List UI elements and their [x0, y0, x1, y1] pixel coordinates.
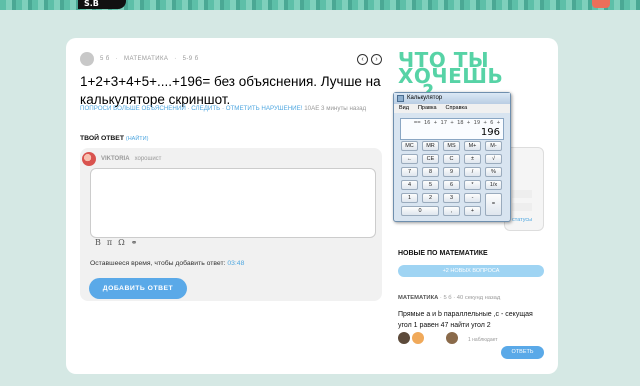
- new-questions-title: НОВЫЕ ПО МАТЕМАТИКЕ: [398, 250, 488, 257]
- answer-hint[interactable]: (НАЙТИ): [126, 136, 149, 142]
- menu-view[interactable]: Вид: [399, 104, 409, 113]
- key-5[interactable]: 5: [422, 180, 439, 190]
- key-multiply[interactable]: *: [464, 180, 481, 190]
- user-avatar: [82, 152, 96, 166]
- observers-count: 1 наблюдает: [468, 337, 498, 343]
- feed-item-info: · 5 б · 40 секунд назад: [439, 295, 501, 301]
- menu-edit[interactable]: Правка: [418, 104, 437, 113]
- prev-question-icon[interactable]: ‹: [357, 54, 368, 65]
- calculator-menu: Вид Правка Справка: [394, 104, 510, 113]
- question-points: 5 б: [100, 56, 110, 62]
- calculator-window[interactable]: Калькулятор Вид Правка Справка == 16 + 1…: [393, 92, 511, 222]
- user-name: VIKTORIA: [101, 156, 130, 162]
- follow-link[interactable]: СЛЕДИТЬ: [191, 105, 220, 112]
- key-reciprocal[interactable]: 1/x: [485, 180, 502, 190]
- key-7[interactable]: 7: [401, 167, 418, 177]
- key-minus[interactable]: -: [464, 193, 481, 203]
- banner-decoration: [592, 0, 610, 8]
- calculator-display: == 16 + 17 + 18 + 19 + 6 + 196: [400, 118, 504, 140]
- key-ce[interactable]: CE: [422, 154, 439, 164]
- promo-link[interactable]: статусы: [512, 217, 532, 223]
- asked-time: 10AE 3 минуты назад: [304, 105, 367, 112]
- answer-editor[interactable]: [90, 168, 376, 238]
- key-ms[interactable]: MS: [443, 141, 460, 151]
- question-meta: 5 б · МАТЕМАТИКА · 5-9 б: [80, 52, 198, 66]
- question-grade: 5-9 б: [182, 56, 199, 62]
- key-3[interactable]: 3: [443, 193, 460, 203]
- link-icon[interactable]: ⚭: [131, 238, 138, 247]
- calculator-expression: == 16 + 17 + 18 + 19 + 6 +: [413, 120, 500, 126]
- asker-avatar[interactable]: [80, 52, 94, 66]
- feed-item-text[interactable]: Прямые a и b параллельные ,c - секущая у…: [398, 309, 544, 331]
- feed-item-meta: МАТЕМАТИКА · 5 б · 40 секунд назад: [398, 295, 500, 301]
- key-m-minus[interactable]: M-: [485, 141, 502, 151]
- feed-item-avatars: [398, 332, 458, 344]
- key-4[interactable]: 4: [401, 180, 418, 190]
- key-decimal[interactable]: ,: [443, 206, 460, 216]
- question-subject[interactable]: МАТЕМАТИКА: [124, 56, 168, 62]
- key-plus-minus[interactable]: ±: [464, 154, 481, 164]
- new-questions-button[interactable]: +2 НОВЫХ ВОПРОСА: [398, 265, 544, 277]
- key-percent[interactable]: %: [485, 167, 502, 177]
- key-c[interactable]: C: [443, 154, 460, 164]
- calculator-result: 196: [480, 127, 500, 138]
- promo-placeholder: [512, 190, 532, 198]
- report-link[interactable]: ОТМЕТИТЬ НАРУШЕНИЕ!: [226, 105, 303, 112]
- avatar[interactable]: [412, 332, 424, 344]
- feed-item-subject[interactable]: МАТЕМАТИКА: [398, 295, 438, 301]
- key-9[interactable]: 9: [443, 167, 460, 177]
- key-6[interactable]: 6: [443, 180, 460, 190]
- site-logo[interactable]: S.B: [78, 0, 126, 9]
- avatar[interactable]: [398, 332, 410, 344]
- key-m-plus[interactable]: M+: [464, 141, 481, 151]
- key-plus[interactable]: +: [464, 206, 481, 216]
- answer-user: VIKTORIA хорошист: [82, 152, 161, 166]
- answer-label: ТВОЙ ОТВЕТ: [80, 135, 124, 142]
- answer-question-button[interactable]: ОТВЕТЬ: [501, 346, 544, 359]
- key-mc[interactable]: MC: [401, 141, 418, 151]
- key-backspace[interactable]: ←: [401, 154, 418, 164]
- calculator-icon: [397, 95, 404, 102]
- time-label: Оставшееся время, чтобы добавить ответ:: [90, 260, 226, 267]
- bold-icon[interactable]: B: [95, 238, 101, 247]
- menu-help[interactable]: Справка: [446, 104, 468, 113]
- pi-icon[interactable]: π: [107, 238, 112, 247]
- calculator-titlebar[interactable]: Калькулятор: [394, 93, 510, 104]
- key-0[interactable]: 0: [401, 206, 439, 216]
- key-equals[interactable]: =: [485, 193, 502, 216]
- key-8[interactable]: 8: [422, 167, 439, 177]
- key-2[interactable]: 2: [422, 193, 439, 203]
- time-value: 03:48: [227, 260, 245, 267]
- avatar[interactable]: [446, 332, 458, 344]
- key-divide[interactable]: /: [464, 167, 481, 177]
- next-question-icon[interactable]: ›: [371, 54, 382, 65]
- answer-heading: ТВОЙ ОТВЕТ (НАЙТИ): [80, 135, 148, 142]
- format-toolbar: B π Ω ⚭: [95, 238, 138, 247]
- time-remaining: Оставшееся время, чтобы добавить ответ: …: [90, 260, 244, 267]
- promo-placeholder: [512, 203, 532, 211]
- key-mr[interactable]: MR: [422, 141, 439, 151]
- question-nav: ‹ ›: [357, 54, 382, 65]
- omega-icon[interactable]: Ω: [118, 238, 125, 247]
- user-rank: хорошист: [134, 156, 162, 162]
- question-actions: ПОПРОСИ БОЛЬШЕ ОБЪЯСНЕНИЙ · СЛЕДИТЬ · ОТ…: [80, 105, 367, 112]
- add-answer-button[interactable]: ДОБАВИТЬ ОТВЕТ: [89, 278, 187, 299]
- ask-more-link[interactable]: ПОПРОСИ БОЛЬШЕ ОБЪЯСНЕНИЙ: [80, 105, 186, 112]
- calculator-title: Калькулятор: [407, 95, 443, 101]
- key-sqrt[interactable]: √: [485, 154, 502, 164]
- calculator-keypad: MC MR MS M+ M- ← CE C ± √ 7 8 9 / % 4 5 …: [401, 141, 505, 219]
- key-1[interactable]: 1: [401, 193, 418, 203]
